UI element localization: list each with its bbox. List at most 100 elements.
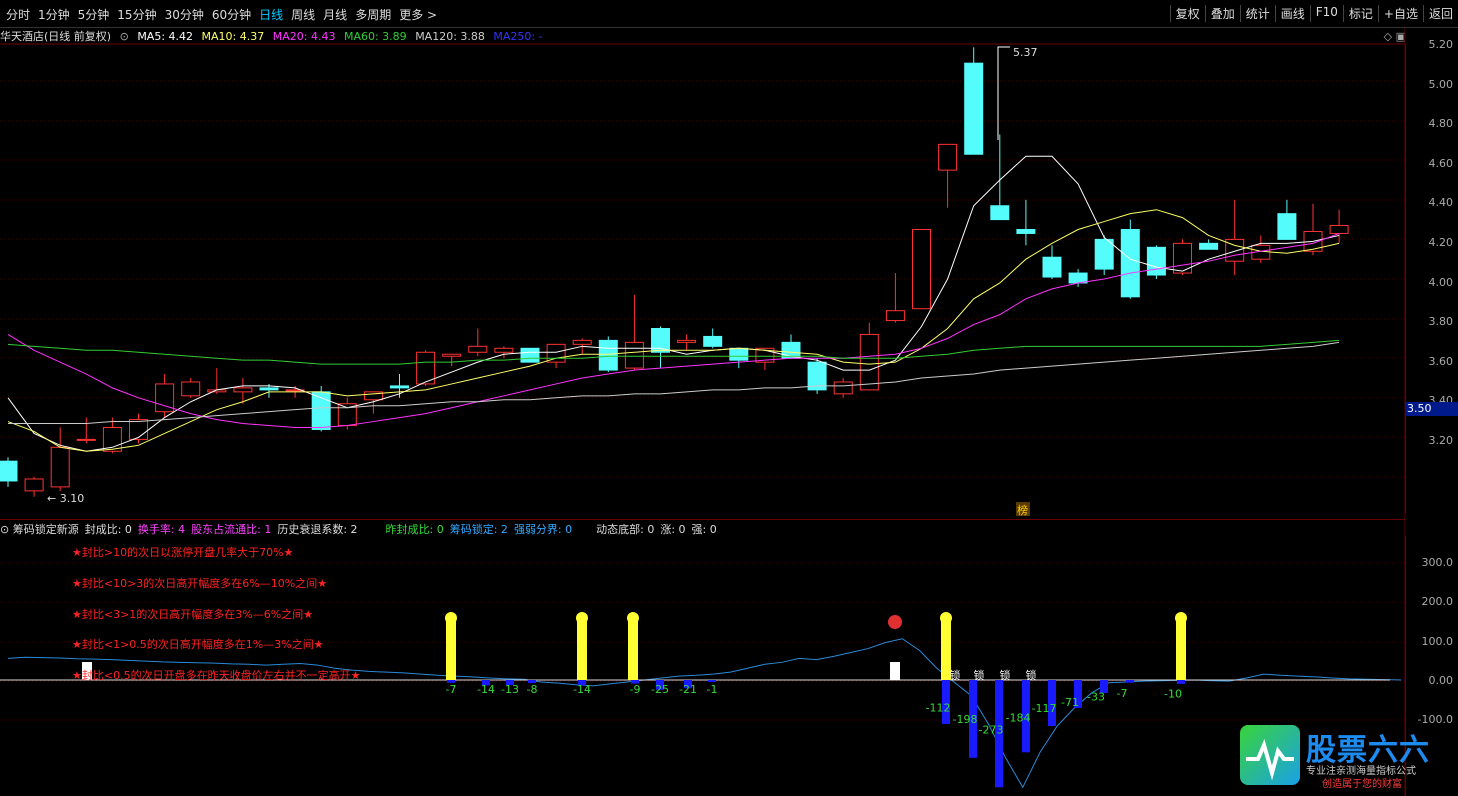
- indicator-param[interactable]: ⊙ 筹码锁定新源: [0, 523, 79, 536]
- candle: [990, 205, 1010, 221]
- indicator-header: ⊙ 筹码锁定新源 封成比: 0 换手率: 4 股东占流通比: 1 历史衰退系数: 2 昨封…: [0, 519, 1405, 537]
- lock-value-label: -184: [1006, 711, 1031, 724]
- candle: [50, 446, 70, 488]
- lock-value-label: -117: [1032, 702, 1057, 715]
- signal-bar: [628, 620, 638, 680]
- candle: [1068, 272, 1088, 284]
- indicator-tick: 0.00: [1428, 673, 1454, 687]
- lock-label: 锁: [974, 668, 985, 682]
- signal-bar: [577, 620, 587, 680]
- candle: [0, 460, 18, 482]
- candle: [833, 381, 853, 395]
- indicator-param: 股东占流通比: 1: [191, 523, 272, 536]
- price-tick: 4.20: [1428, 236, 1454, 249]
- lock-value-label: -112: [926, 701, 951, 714]
- indicator-note: ★封比<0.5的次日开盘多在昨天收盘价左右并不一定高开★: [72, 669, 361, 683]
- signal-bar: [1176, 620, 1186, 680]
- tool-button[interactable]: 返回: [1422, 5, 1458, 22]
- high-price-label: 5.37: [1013, 46, 1038, 59]
- indicator-param: 封成比: 0: [84, 523, 132, 536]
- indicator-tick: 200.0: [1421, 595, 1454, 609]
- candle: [859, 333, 879, 391]
- lock-value-label: -198: [953, 713, 978, 726]
- candle: [129, 419, 148, 440]
- lock-value-label: -33: [1087, 691, 1105, 704]
- lock-value-label: -9: [630, 683, 641, 696]
- ma120-line: [8, 341, 1340, 425]
- lock-value-label: -25: [651, 683, 669, 696]
- candle: [1199, 242, 1219, 250]
- candle: [1329, 225, 1349, 234]
- candle: [442, 353, 462, 357]
- candle: [181, 381, 201, 397]
- candle: [259, 387, 279, 391]
- candle: [233, 387, 253, 393]
- candle: [24, 478, 44, 492]
- candle: [624, 341, 644, 369]
- candle: [1146, 246, 1166, 276]
- candle: [729, 347, 749, 361]
- candle: [1277, 213, 1297, 240]
- candle: [938, 143, 958, 171]
- current-price-tag: 3.50: [1405, 402, 1458, 416]
- candle: [885, 310, 905, 322]
- candle: [677, 339, 697, 343]
- indicator-tick: 300.0: [1421, 556, 1454, 569]
- indicator-param: 历史衰退系数: 2: [277, 523, 358, 536]
- candle: [468, 345, 488, 353]
- lock-value-label: -14: [477, 683, 495, 696]
- signal-cap: [940, 612, 952, 624]
- indicator-param: 涨: 0: [660, 523, 686, 536]
- lock-value-label: -7: [446, 683, 457, 696]
- price-tick: 4.00: [1428, 275, 1454, 289]
- lock-bar: [708, 680, 716, 682]
- signal-bar: [446, 620, 456, 680]
- signal-cap: [576, 612, 588, 624]
- candle: [1120, 229, 1140, 298]
- indicator-note: ★封比>10的次日以涨停开盘几率大于70%★: [72, 546, 294, 559]
- price-tick: 5.00: [1428, 77, 1454, 91]
- indicator-param: 动态底部: 0: [596, 523, 655, 536]
- lock-value-label: -14: [573, 683, 591, 696]
- candle: [1094, 238, 1114, 270]
- signal-cap: [445, 612, 457, 624]
- lock-value-label: -71: [1061, 696, 1079, 709]
- lock-label: 锁: [1000, 668, 1011, 682]
- candle: [520, 347, 540, 363]
- indicator-tick: 100.0: [1421, 634, 1454, 648]
- price-tick: 3.80: [1428, 315, 1454, 329]
- price-tick: 5.20: [1428, 38, 1454, 51]
- lock-label: 锁: [950, 668, 961, 682]
- lock-value-label: -21: [679, 683, 697, 696]
- red-ball-icon: [888, 615, 902, 629]
- lock-bar: [1126, 680, 1134, 683]
- candle: [572, 339, 592, 345]
- candle: [390, 385, 409, 389]
- low-price-label: ← 3.10: [47, 492, 84, 505]
- price-tick: 3.20: [1428, 434, 1454, 447]
- candle: [1016, 229, 1036, 234]
- indicator-note: ★封比<3>1的次日高开幅度多在3%—6%之间★: [72, 607, 314, 621]
- indicator-param: 昨封成比: 0: [385, 523, 444, 536]
- signal-cap: [627, 612, 639, 624]
- candle: [964, 62, 984, 155]
- candle: [494, 347, 514, 353]
- white-bar: [890, 662, 900, 680]
- lock-value-label: -13: [501, 683, 519, 696]
- indicator-param: 筹码锁定: 2: [449, 523, 508, 536]
- candle: [546, 343, 566, 363]
- price-tick: 4.40: [1428, 196, 1454, 210]
- lock-value-label: -1: [707, 683, 718, 696]
- candle: [703, 335, 723, 347]
- logo-chart-icon: [1240, 725, 1300, 785]
- signal-cap: [1175, 612, 1187, 624]
- candle: [76, 438, 96, 441]
- indicator-param: 换手率: 4: [137, 523, 186, 536]
- lock-label: 锁: [1026, 668, 1037, 682]
- indicator-param: 强: 0: [691, 523, 717, 536]
- candle: [598, 339, 618, 371]
- marker-label: 榜: [1017, 503, 1028, 517]
- indicator-curve: [7, 638, 1402, 789]
- high-pointer: [997, 46, 1010, 140]
- price-tick: 4.80: [1428, 117, 1454, 131]
